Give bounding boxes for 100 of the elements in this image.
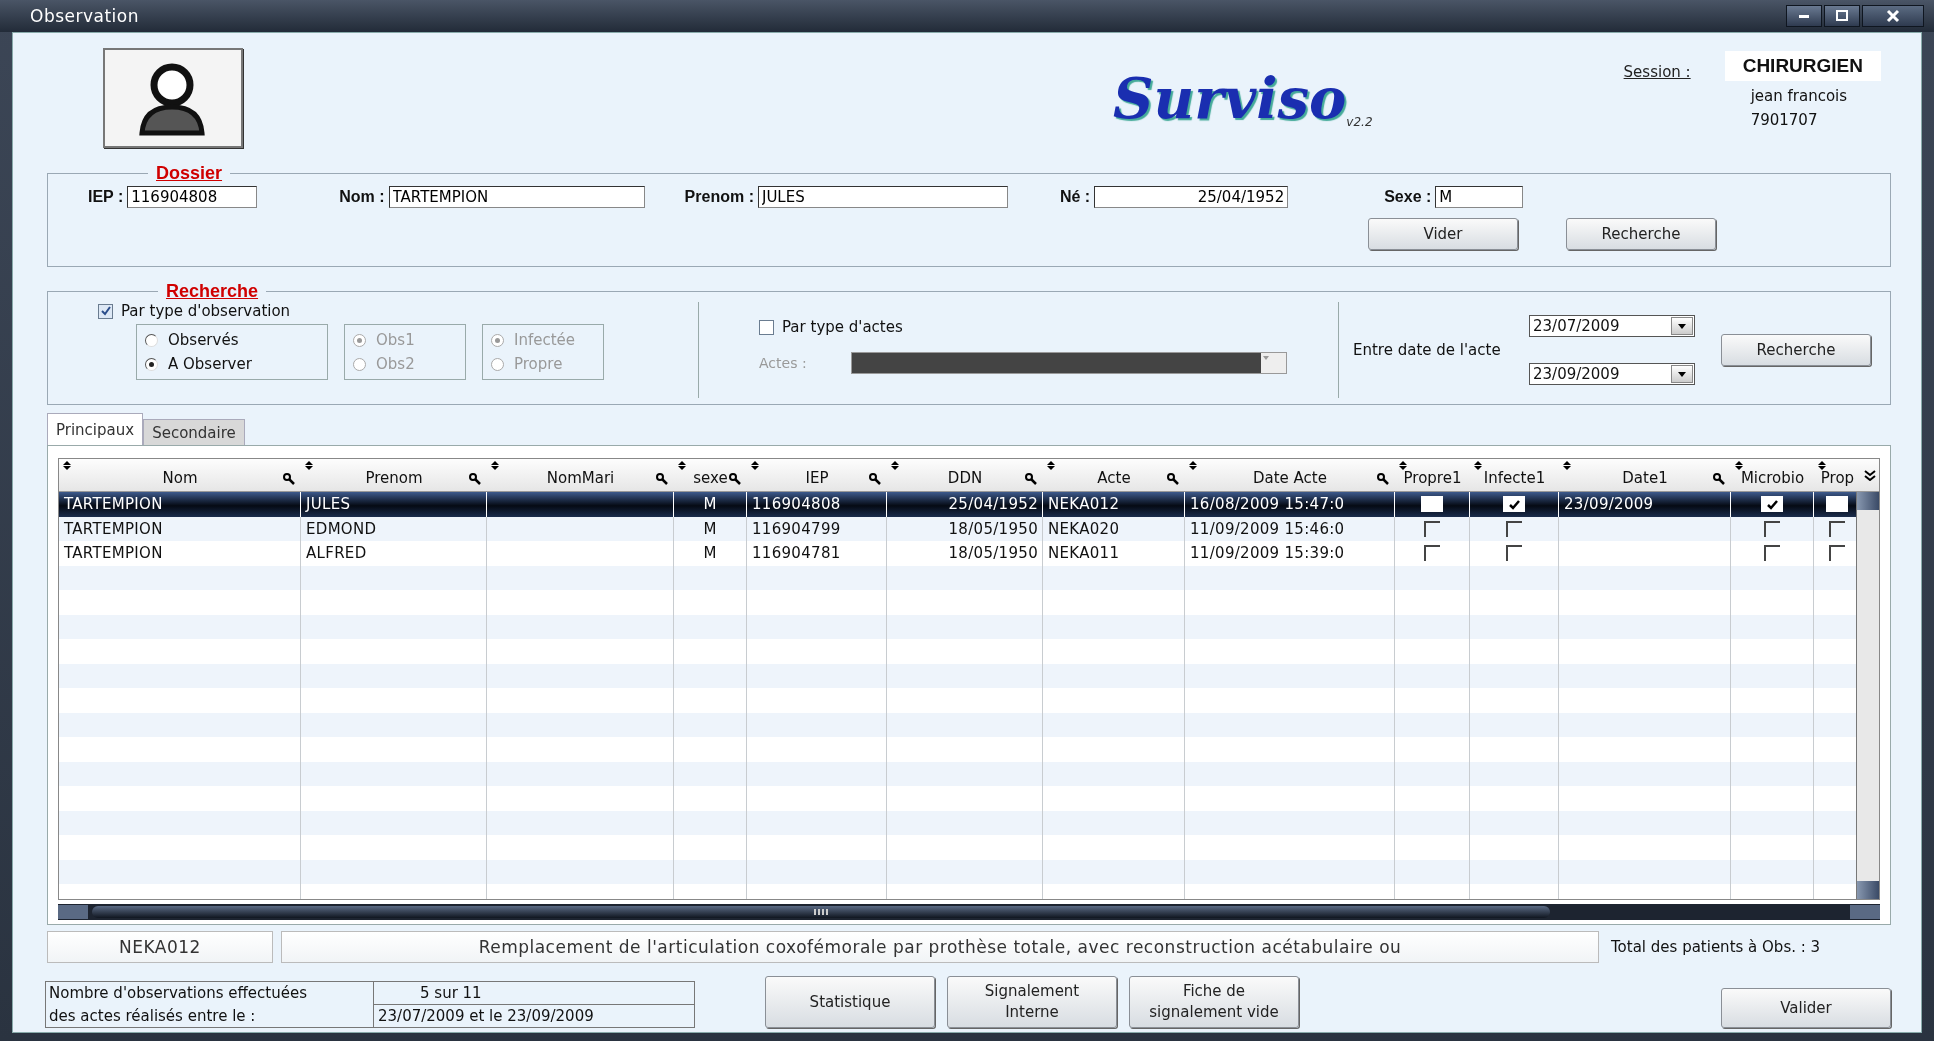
table-cell: 25/04/1952 <box>887 492 1043 517</box>
sort-icon <box>305 461 313 470</box>
checkbox[interactable] <box>1506 520 1522 537</box>
input-field[interactable]: JULES <box>757 186 1008 208</box>
column-header[interactable]: Prop <box>1814 459 1861 491</box>
session-user-id: 7901707 <box>1749 111 1819 129</box>
column-header[interactable]: IEP <box>747 459 887 491</box>
field-label: Né : <box>1059 188 1091 206</box>
checkmark-icon <box>99 305 112 317</box>
table-cell: 116904781 <box>747 541 887 566</box>
table-cell: EDMOND <box>301 516 487 541</box>
checkbox[interactable] <box>98 303 113 319</box>
checkbox[interactable] <box>1764 520 1780 537</box>
sort-icon <box>678 461 686 470</box>
minimize-button[interactable] <box>1786 5 1822 27</box>
date-picker[interactable]: 23/09/2009 <box>1529 363 1695 385</box>
button[interactable]: Vider <box>1368 218 1518 250</box>
search-icon <box>869 473 881 485</box>
column-header[interactable]: Acte <box>1043 459 1185 491</box>
table-cell: NEKA020 <box>1043 516 1185 541</box>
input-field[interactable]: 25/04/1952 <box>1094 186 1289 208</box>
search-icon <box>283 473 295 485</box>
button[interactable]: Fiche de signalement vide <box>1129 976 1299 1028</box>
tab[interactable]: Secondaire <box>143 419 245 445</box>
search-icon <box>1025 473 1037 485</box>
checkbox[interactable] <box>1424 520 1440 537</box>
sort-icon <box>1735 461 1743 470</box>
app-logo: Surviso <box>1113 65 1347 131</box>
sort-icon <box>491 461 499 470</box>
checkbox[interactable] <box>1424 545 1440 562</box>
dropdown-field[interactable] <box>850 352 1287 374</box>
table-cell: 116904799 <box>747 516 887 541</box>
column-header[interactable]: DDN <box>887 459 1043 491</box>
table-cell: 18/05/1950 <box>887 541 1043 566</box>
sort-icon <box>1189 461 1197 470</box>
sort-icon <box>891 461 899 470</box>
column-header[interactable]: Date Acte <box>1185 459 1395 491</box>
column-header[interactable]: sexe <box>674 459 747 491</box>
column-header[interactable]: Propre1 <box>1395 459 1470 491</box>
sort-icon <box>1818 461 1826 470</box>
input-field[interactable]: M <box>1435 186 1524 208</box>
maximize-icon <box>1834 8 1850 24</box>
tab[interactable]: Principaux <box>47 413 144 445</box>
column-header[interactable]: Prenom <box>301 459 487 491</box>
section-title: Dossier <box>155 163 224 184</box>
checkbox[interactable] <box>1506 545 1522 562</box>
column-header[interactable]: Nom <box>59 459 301 491</box>
sort-icon <box>1399 461 1407 470</box>
table-cell: TARTEMPION <box>59 492 301 517</box>
checkbox[interactable] <box>759 319 774 335</box>
field-label: Entre date de l'acte <box>1353 341 1501 359</box>
table-cell: M <box>674 516 747 541</box>
input-field[interactable]: 116904808 <box>127 186 258 208</box>
session-role: CHIRURGIEN <box>1724 51 1881 81</box>
date-picker[interactable]: 23/07/2009 <box>1529 315 1695 337</box>
checkbox[interactable] <box>1764 545 1780 562</box>
vertical-scrollbar[interactable] <box>1856 492 1879 899</box>
summary-value: 5 sur 11 <box>374 982 694 1005</box>
search-icon <box>1377 473 1389 485</box>
sort-icon <box>63 461 71 470</box>
search-icon <box>1167 473 1179 485</box>
checkbox[interactable] <box>1829 545 1845 562</box>
table-cell: 11/09/2009 15:39:0 <box>1185 541 1395 566</box>
column-header[interactable]: Infecte1 <box>1470 459 1559 491</box>
button[interactable]: Statistique <box>765 976 935 1028</box>
maximize-button[interactable] <box>1824 5 1860 27</box>
table-cell: M <box>674 492 747 517</box>
search-icon <box>729 473 741 485</box>
radio-button[interactable] <box>145 333 158 347</box>
table-cell: TARTEMPION <box>59 516 301 541</box>
button[interactable]: Valider <box>1721 988 1891 1028</box>
field-label: IEP : <box>88 188 124 206</box>
button[interactable]: Signalement Interne <box>947 976 1117 1028</box>
button[interactable]: Recherche <box>1721 334 1871 366</box>
radio-label: Infectée <box>514 331 576 349</box>
sort-icon <box>1563 461 1571 470</box>
search-icon <box>1713 473 1725 485</box>
column-header[interactable]: Microbio <box>1731 459 1814 491</box>
input-field[interactable]: TARTEMPION <box>388 186 645 208</box>
search-icon <box>656 473 668 485</box>
column-header[interactable]: NomMari <box>487 459 674 491</box>
field-label: Prenom : <box>684 188 754 206</box>
column-header[interactable]: Date1 <box>1559 459 1731 491</box>
radio-button[interactable] <box>145 357 158 371</box>
summary-value: 23/07/2009 et le 23/09/2009 <box>377 1006 595 1027</box>
close-button[interactable] <box>1862 5 1924 27</box>
field-label: Actes : <box>759 355 807 371</box>
table-row[interactable]: TARTEMPION EDMOND M 116904799 18/05/1950 NEKA020 11/09/2009 15:46:0 <box>59 516 1856 541</box>
sort-icon <box>751 461 759 470</box>
session-user: jean francois <box>1749 87 1849 105</box>
horizontal-scrollbar[interactable] <box>58 904 1880 920</box>
checkmark-icon <box>1765 498 1779 510</box>
button[interactable]: Recherche <box>1566 218 1716 250</box>
checkbox[interactable] <box>1829 520 1845 537</box>
double-chevron-icon <box>1864 469 1876 481</box>
session-label: Session : <box>1623 63 1691 81</box>
field-label: Sexe : <box>1384 188 1432 206</box>
radio-label: A Observer <box>168 355 252 373</box>
close-icon <box>1885 8 1901 24</box>
table-cell: 116904808 <box>747 492 887 517</box>
